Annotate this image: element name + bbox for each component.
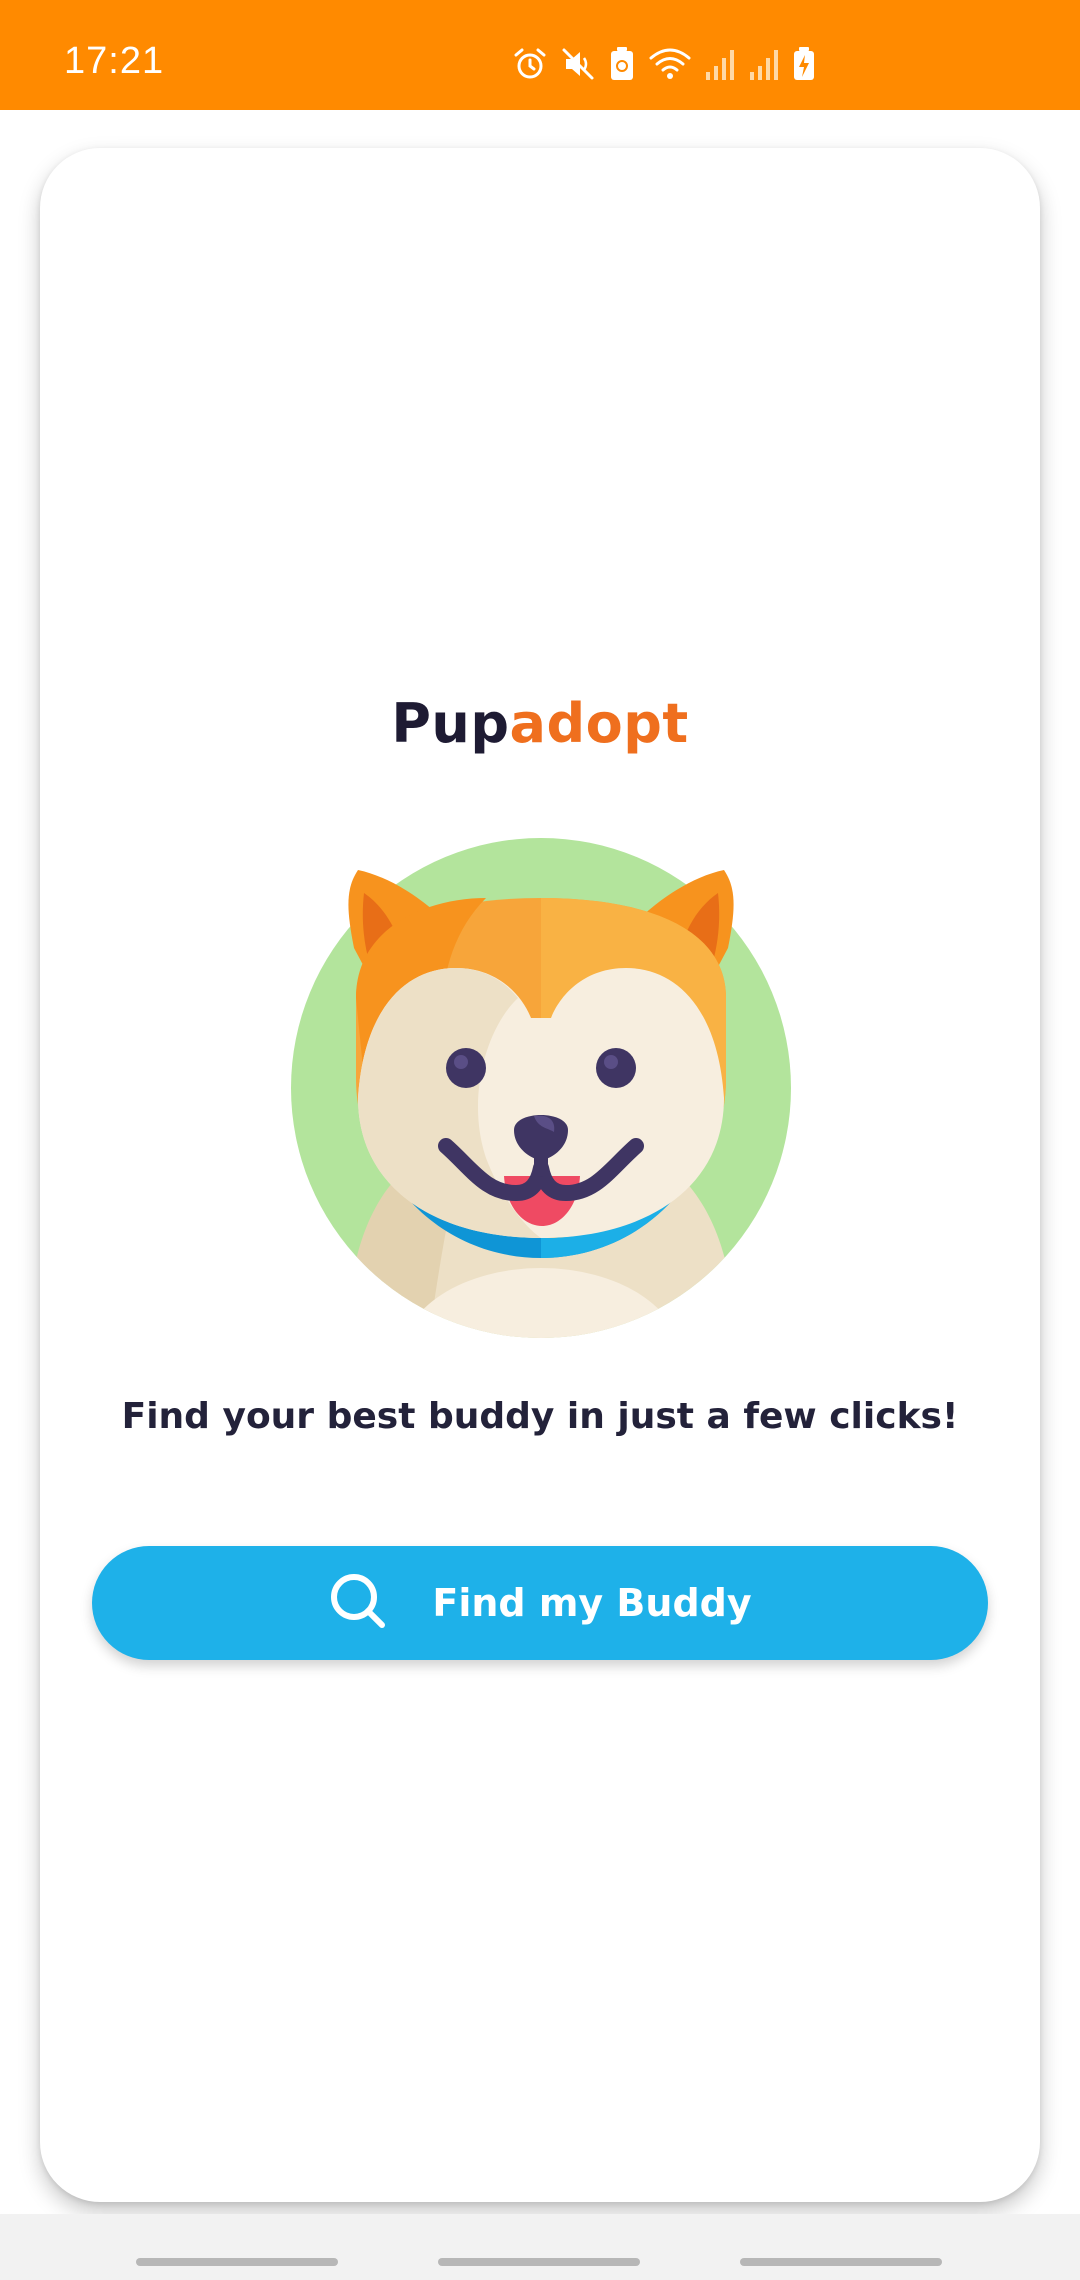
brand-part-1: Pup (391, 692, 510, 755)
nav-handle-right[interactable] (740, 2258, 942, 2266)
dog-face-icon (286, 798, 796, 1338)
signal-icon (748, 46, 780, 86)
status-time: 17:21 (64, 40, 165, 82)
mute-icon (560, 46, 596, 86)
battery-charging-icon (792, 46, 816, 86)
alarm-icon (512, 46, 548, 86)
find-my-buddy-button[interactable]: Find my Buddy (92, 1546, 988, 1660)
wifi-icon (648, 46, 692, 86)
status-bar: 17:21 (0, 0, 1080, 110)
find-my-buddy-label: Find my Buddy (432, 1581, 752, 1625)
app-logo-text: Pupadopt (40, 692, 1040, 755)
welcome-card: Pupadopt Find your best buddy in just a … (40, 148, 1040, 2202)
signal-icon (704, 46, 736, 86)
status-icons (512, 44, 816, 88)
nav-handle-center[interactable] (438, 2258, 640, 2266)
battery-saver-icon (608, 46, 636, 86)
brand-part-2: adopt (509, 692, 689, 755)
search-icon (328, 1571, 388, 1635)
navigation-bar (0, 2214, 1080, 2280)
tagline: Find your best buddy in just a few click… (121, 1396, 959, 1437)
nav-handle-left[interactable] (136, 2258, 338, 2266)
